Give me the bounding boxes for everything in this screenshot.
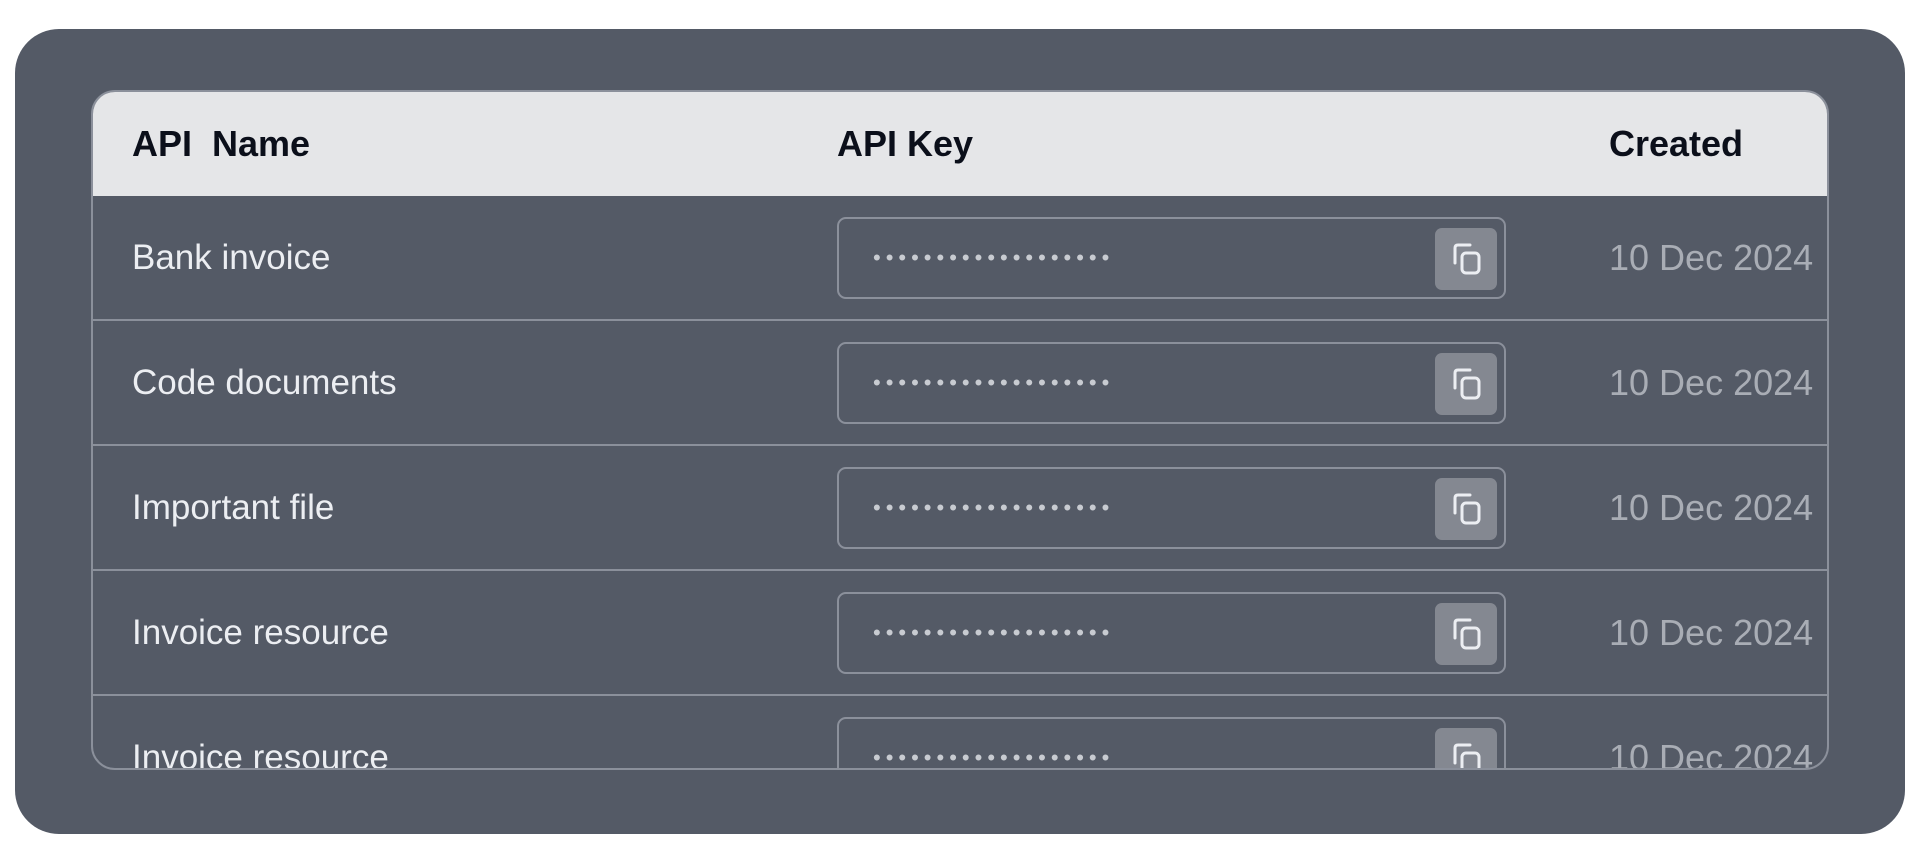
api-name: Code documents [132,363,397,402]
column-header-api-key[interactable]: API Key [837,92,973,196]
table-row: Code documents ••••••••••••••••••• 10 De… [93,321,1827,446]
api-key-field: ••••••••••••••••••• [837,217,1506,299]
api-key-masked: ••••••••••••••••••• [873,745,1115,770]
table-row: Invoice resource ••••••••••••••••••• 10 … [93,571,1827,696]
copy-key-button[interactable] [1435,603,1497,665]
copy-key-button[interactable] [1435,228,1497,290]
api-key-masked: ••••••••••••••••••• [873,370,1115,395]
api-key-field: ••••••••••••••••••• [837,717,1506,770]
api-key-field: ••••••••••••••••••• [837,342,1506,424]
created-date: 10 Dec 2024 [1609,612,1814,653]
copy-icon [1453,493,1481,525]
copy-icon [1453,368,1481,400]
api-name: Invoice resource [132,613,389,652]
api-key-field: ••••••••••••••••••• [837,592,1506,674]
table-row: Invoice resource ••••••••••••••••••• 10 … [93,696,1827,770]
created-date: 10 Dec 2024 [1609,487,1814,528]
api-keys-table: API Name API Key Created Bank invoice ••… [91,90,1829,770]
api-name: Bank invoice [132,238,331,277]
copy-key-button[interactable] [1435,478,1497,540]
copy-key-button[interactable] [1435,728,1497,768]
table-header: API Name API Key Created [93,92,1827,196]
copy-icon [1453,618,1481,650]
table-row: Bank invoice ••••••••••••••••••• 10 Dec … [93,196,1827,321]
column-header-api-name[interactable]: API Name [132,92,310,196]
api-name: Important file [132,488,335,527]
copy-key-button[interactable] [1435,353,1497,415]
column-header-created[interactable]: Created [1609,92,1743,196]
api-key-masked: ••••••••••••••••••• [873,620,1115,645]
created-date: 10 Dec 2024 [1609,237,1814,278]
api-key-masked: ••••••••••••••••••• [873,495,1115,520]
api-keys-panel: API Name API Key Created Bank invoice ••… [15,29,1905,834]
api-key-masked: ••••••••••••••••••• [873,245,1115,270]
api-name: Invoice resource [132,738,389,770]
copy-icon [1453,243,1481,275]
copy-icon [1453,743,1481,768]
api-key-field: ••••••••••••••••••• [837,467,1506,549]
created-date: 10 Dec 2024 [1609,737,1814,770]
table-row: Important file ••••••••••••••••••• 10 De… [93,446,1827,571]
created-date: 10 Dec 2024 [1609,362,1814,403]
